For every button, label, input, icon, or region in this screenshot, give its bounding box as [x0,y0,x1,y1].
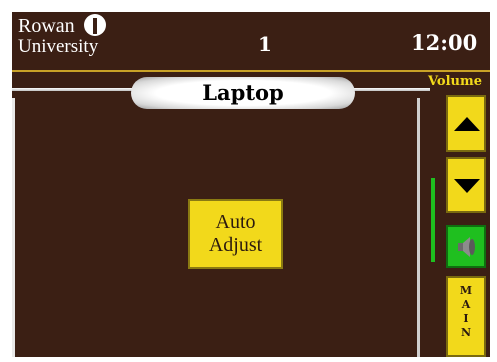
header-bar: Rowan University 1 12:00 [12,12,490,74]
volume-up-button[interactable] [446,95,486,152]
logo-line-2: University [18,36,99,57]
auto-adjust-label-1: Auto [215,211,256,233]
torch-icon [84,14,106,36]
main-letter: N [460,326,472,339]
main-button-label: M A I N [448,284,484,340]
room-number: 1 [258,32,272,56]
volume-level-bar [431,178,435,262]
mute-button[interactable] [446,225,486,268]
panel-frame: Rowan University 1 12:00 Laptop Auto Adj… [12,12,490,357]
header-divider [12,70,490,72]
main-letter: M [459,284,473,297]
main-letter: A [461,298,471,311]
clock-display: 12:00 [411,30,478,55]
auto-adjust-label-2: Adjust [208,234,263,256]
arrow-down-icon [454,179,480,193]
volume-down-button[interactable] [446,157,486,213]
main-letter: I [463,312,469,325]
arrow-up-icon [454,117,480,131]
page-title: Laptop [131,77,355,109]
speaker-icon [458,237,475,257]
auto-adjust-button[interactable]: Auto Adjust [188,199,283,269]
volume-label: Volume [428,74,482,89]
main-menu-button[interactable]: M A I N [446,276,486,357]
